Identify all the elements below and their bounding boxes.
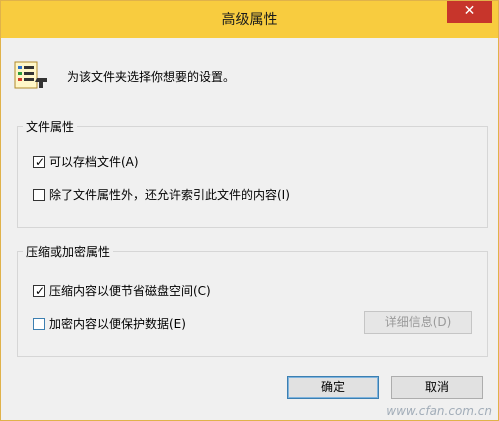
compress-checkbox[interactable]: ✓ <box>33 284 46 298</box>
file-attributes-group <box>17 126 488 228</box>
encrypt-checkbox[interactable] <box>33 318 45 330</box>
compress-encrypt-title: 压缩或加密属性 <box>23 243 114 260</box>
site-watermark: www.cfan.com.cn <box>386 404 492 418</box>
index-content-checkbox[interactable] <box>33 189 45 201</box>
close-icon: ✕ <box>463 3 476 19</box>
details-button[interactable]: 详细信息(D) <box>364 311 472 334</box>
dialog-content: 为该文件夹选择你想要的设置。 文件属性 ✓ 可以存档文件(A) 除了文件属性外，… <box>1 38 498 420</box>
checkmark-icon: ✓ <box>35 155 46 169</box>
close-button[interactable]: ✕ <box>447 1 492 23</box>
compress-label[interactable]: 压缩内容以便节省磁盘空间(C) <box>49 282 211 299</box>
dialog-description: 为该文件夹选择你想要的设置。 <box>67 70 236 84</box>
archive-label[interactable]: 可以存档文件(A) <box>49 153 139 170</box>
advanced-attributes-dialog: 高级属性 ✕ 为该文件夹选择你想要的设置。 文件属性 ✓ 可以存档文件(A) 除… <box>0 0 499 421</box>
index-content-label[interactable]: 除了文件属性外，还允许索引此文件的内容(I) <box>49 186 290 203</box>
folder-settings-icon <box>14 61 47 89</box>
dialog-title: 高级属性 <box>221 12 278 28</box>
checkmark-icon: ✓ <box>35 284 46 298</box>
title-bar[interactable]: 高级属性 ✕ <box>1 1 498 38</box>
file-attributes-title: 文件属性 <box>23 118 78 135</box>
archive-checkbox[interactable]: ✓ <box>33 155 46 169</box>
cancel-button[interactable]: 取消 <box>391 376 483 399</box>
compress-encrypt-group <box>17 251 488 357</box>
ok-button[interactable]: 确定 <box>287 376 379 399</box>
encrypt-label[interactable]: 加密内容以便保护数据(E) <box>49 315 186 332</box>
